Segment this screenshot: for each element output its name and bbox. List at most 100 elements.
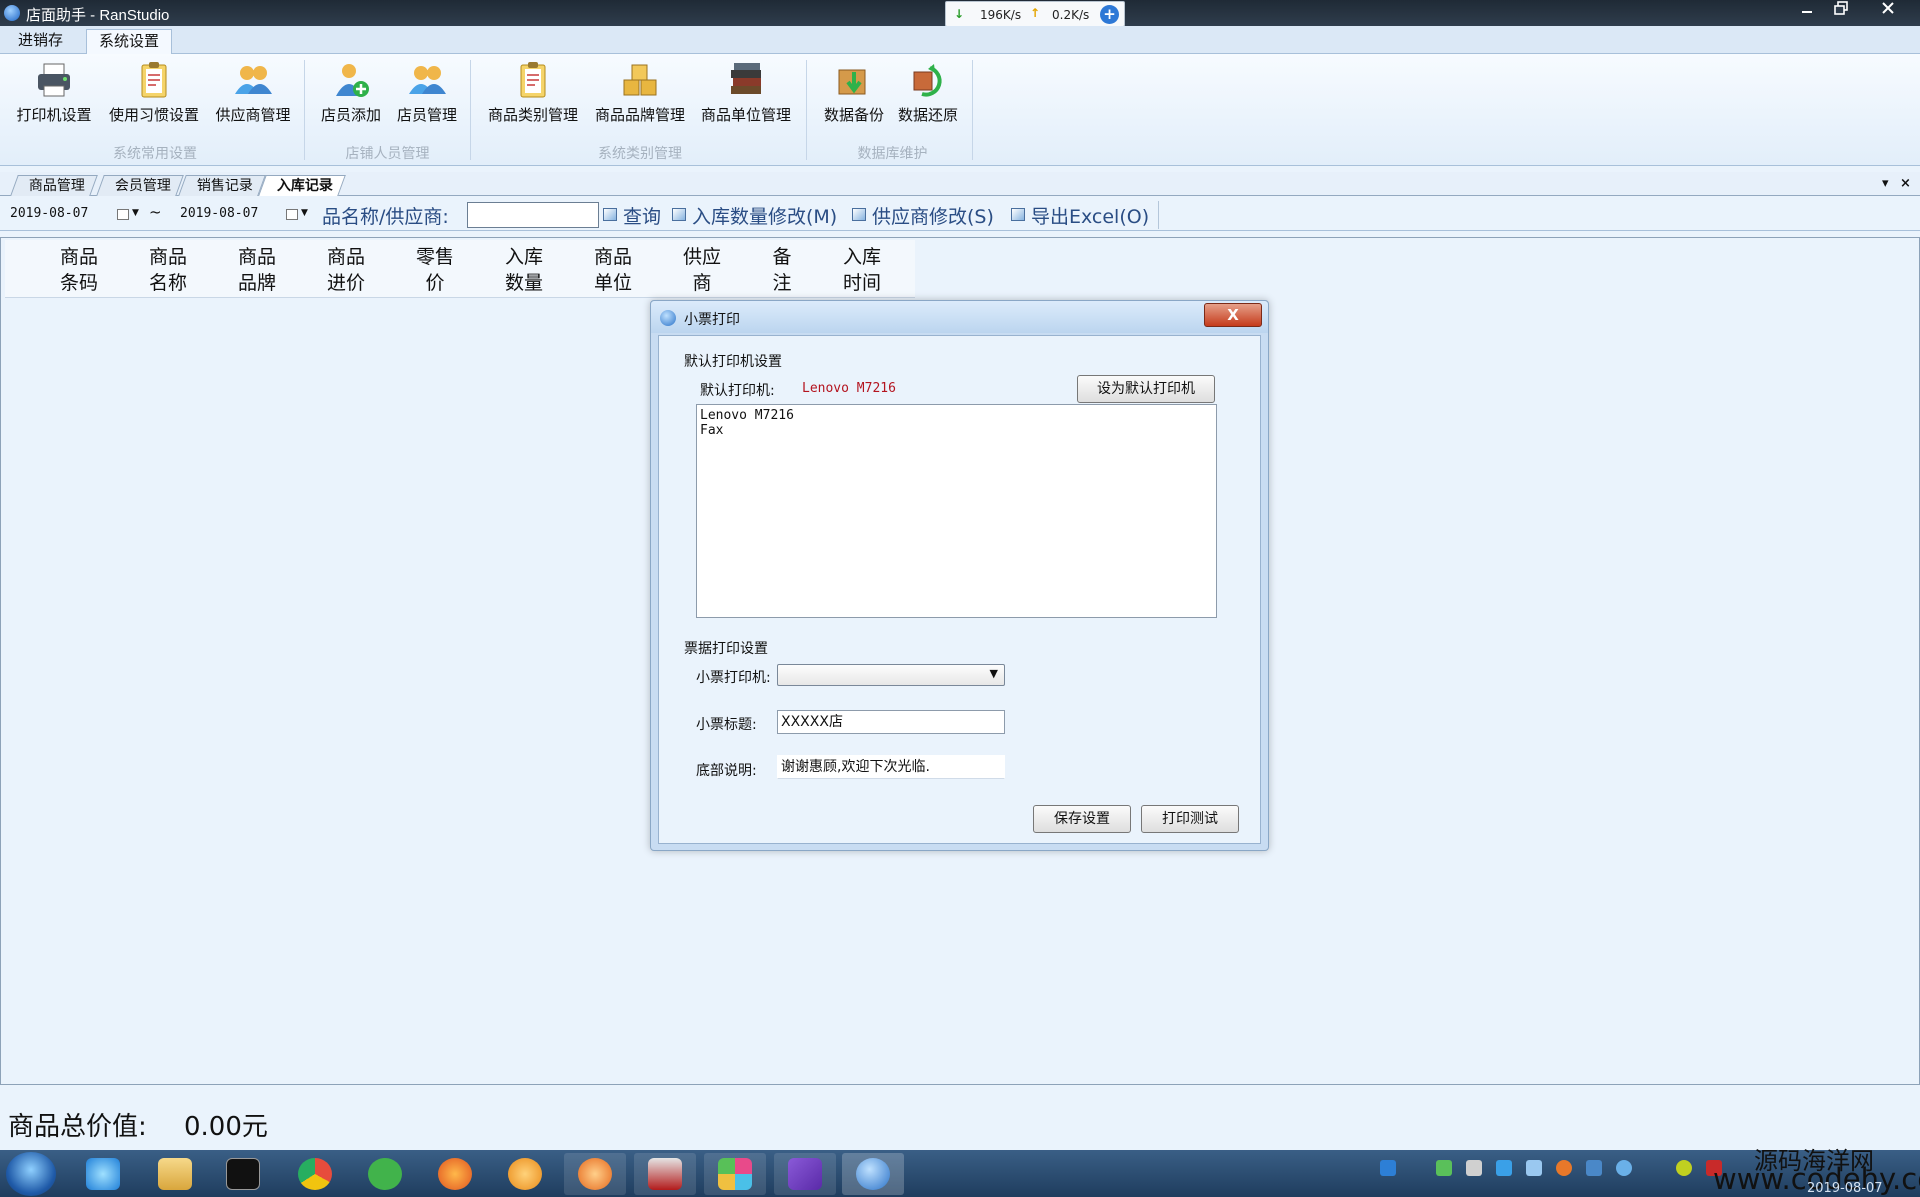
data-backup-button[interactable]: 数据备份 xyxy=(818,60,890,125)
tab-list-dropdown-icon[interactable]: ▾ xyxy=(1882,176,1889,191)
start-button[interactable] xyxy=(6,1152,56,1196)
column-header[interactable]: 商品 条码 xyxy=(39,244,119,296)
chevron-down-icon[interactable]: ▼ xyxy=(132,208,139,218)
menu-tab-system-settings[interactable]: 系统设置 xyxy=(86,29,173,55)
menu-tab-inventory[interactable]: 进销存 xyxy=(6,29,75,55)
net-speed-widget[interactable]: ↓ 196K/s ↑ 0.2K/s + xyxy=(945,1,1125,27)
printer-list[interactable]: Lenovo M7216 Fax xyxy=(696,404,1217,618)
modify-supplier-button[interactable]: 供应商修改(S) xyxy=(852,202,994,229)
export-excel-button[interactable]: 导出Excel(O) xyxy=(1011,202,1149,229)
brand-management-button[interactable]: 商品品牌管理 xyxy=(590,60,690,125)
print-test-button[interactable]: 打印测试 xyxy=(1141,805,1239,833)
column-header[interactable]: 备注 xyxy=(742,244,822,296)
date-to-field[interactable]: 2019-08-07 xyxy=(170,202,340,226)
total-value: 0.00元 xyxy=(184,1112,268,1142)
add-staff-button[interactable]: 店员添加 xyxy=(316,60,386,125)
taskbar-visual-studio[interactable] xyxy=(774,1153,836,1195)
column-header[interactable]: 商品 进价 xyxy=(306,244,386,296)
taskbar-explorer[interactable] xyxy=(144,1153,206,1195)
column-header[interactable]: 入库 时间 xyxy=(822,244,902,296)
receipt-title-label: 小票标题: xyxy=(696,717,757,733)
default-printer-label: 默认打印机: xyxy=(700,383,775,399)
receipt-title-input[interactable]: XXXXX店 xyxy=(777,710,1005,734)
taskbar-chrome[interactable] xyxy=(284,1153,346,1195)
column-header[interactable]: 供应商 xyxy=(662,244,742,296)
list-item[interactable]: Lenovo M7216 xyxy=(700,408,1213,423)
doc-tab-sales-records[interactable]: 销售记录 xyxy=(178,175,266,196)
category-management-button[interactable]: 商品类别管理 xyxy=(482,60,584,125)
taskbar-ie[interactable] xyxy=(72,1153,134,1195)
receipt-printer-select[interactable]: ▼ xyxy=(777,664,1005,686)
footer-note-input[interactable]: 谢谢惠顾,欢迎下次光临. xyxy=(777,755,1005,779)
taskbar-wechat[interactable] xyxy=(354,1153,416,1195)
taskbar-clock[interactable]: 2019-08-07 xyxy=(1807,1181,1883,1196)
search-input[interactable] xyxy=(467,202,599,228)
dialog-title-bar[interactable]: 小票打印 X xyxy=(651,301,1268,333)
taskbar xyxy=(0,1150,1920,1197)
app-icon xyxy=(4,5,20,21)
column-header[interactable]: 商品 名称 xyxy=(128,244,208,296)
column-header[interactable]: 商品 品牌 xyxy=(217,244,297,296)
star-icon[interactable] xyxy=(1526,1160,1542,1176)
search-label: 品名称/供应商: xyxy=(322,206,449,228)
taskbar-app[interactable] xyxy=(494,1153,556,1195)
globe-icon[interactable] xyxy=(1616,1160,1632,1176)
battery-icon[interactable] xyxy=(1436,1160,1452,1176)
receipt-print-dialog: 小票打印 X 默认打印机设置 默认打印机: Lenovo M7216 设为默认打… xyxy=(650,300,1269,851)
save-settings-button[interactable]: 保存设置 xyxy=(1033,805,1131,833)
list-item[interactable]: Fax xyxy=(700,423,1213,438)
column-header[interactable]: 零售价 xyxy=(395,244,475,296)
keyboard-icon[interactable] xyxy=(1466,1160,1482,1176)
doc-tab-member-management[interactable]: 会员管理 xyxy=(96,175,184,196)
plus-icon[interactable]: + xyxy=(1100,5,1119,24)
image-icon xyxy=(603,208,617,221)
network-icon[interactable] xyxy=(1586,1160,1602,1176)
category-management-label: 商品类别管理 xyxy=(487,107,578,124)
taskbar-app[interactable] xyxy=(564,1153,626,1195)
clipboard-icon xyxy=(513,60,553,100)
app-globe-icon xyxy=(856,1158,890,1190)
modify-quantity-button[interactable]: 入库数量修改(M) xyxy=(672,202,837,229)
calendar-checkbox-icon[interactable] xyxy=(286,209,298,220)
doc-tab-stock-in-records[interactable]: 入库记录 xyxy=(258,175,346,196)
maximize-button[interactable] xyxy=(1824,0,1858,22)
plus-circle-icon[interactable] xyxy=(1676,1160,1692,1176)
tab-close-icon[interactable]: × xyxy=(1900,176,1911,191)
ribbon: 打印机设置 使用习惯设置 供应商管理 店员添加 店员管理 商品类别管理 商品品牌… xyxy=(0,54,1920,166)
close-window-button[interactable] xyxy=(1866,0,1910,22)
data-restore-button[interactable]: 数据还原 xyxy=(892,60,964,125)
unit-management-button[interactable]: 商品单位管理 xyxy=(696,60,796,125)
calendar-checkbox-icon[interactable] xyxy=(117,209,129,220)
taskbar-terminal[interactable] xyxy=(212,1153,274,1195)
supplier-management-button[interactable]: 供应商管理 xyxy=(210,60,296,125)
taskbar-store-assistant[interactable] xyxy=(842,1153,904,1195)
restore-icon xyxy=(908,60,948,100)
date-from-field[interactable]: 2019-08-07 xyxy=(0,202,170,226)
minimize-button[interactable] xyxy=(1790,0,1824,22)
dialog-close-button[interactable]: X xyxy=(1204,303,1262,327)
chevron-down-icon[interactable]: ▼ xyxy=(301,208,308,218)
ribbon-group-label: 店铺人员管理 xyxy=(345,145,430,161)
ribbon-group-label: 数据库维护 xyxy=(857,145,928,161)
app-tray-icon[interactable] xyxy=(1556,1160,1572,1176)
set-default-printer-button[interactable]: 设为默认打印机 xyxy=(1077,375,1215,403)
default-printer-section-label: 默认打印机设置 xyxy=(684,354,782,370)
users-group-icon xyxy=(233,60,273,100)
taskbar-firefox[interactable] xyxy=(424,1153,486,1195)
bird-icon[interactable] xyxy=(1496,1160,1512,1176)
column-header[interactable]: 入库 数量 xyxy=(484,244,564,296)
ribbon-separator xyxy=(806,60,807,160)
total-value-label: 商品总价值: xyxy=(8,1112,147,1142)
ribbon-separator xyxy=(972,60,973,160)
usage-habit-settings-button[interactable]: 使用习惯设置 xyxy=(104,60,204,125)
chevron-down-icon: ▼ xyxy=(989,667,998,680)
upload-arrow-icon: ↑ xyxy=(1030,6,1041,20)
column-header[interactable]: 商品 单位 xyxy=(573,244,653,296)
staff-management-button[interactable]: 店员管理 xyxy=(392,60,462,125)
taskbar-app[interactable] xyxy=(634,1153,696,1195)
printer-settings-button[interactable]: 打印机设置 xyxy=(12,60,96,125)
search-icon[interactable] xyxy=(1380,1160,1396,1176)
doc-tab-product-management[interactable]: 商品管理 xyxy=(10,175,98,196)
taskbar-app[interactable] xyxy=(704,1153,766,1195)
query-button[interactable]: 查询 xyxy=(603,202,661,229)
